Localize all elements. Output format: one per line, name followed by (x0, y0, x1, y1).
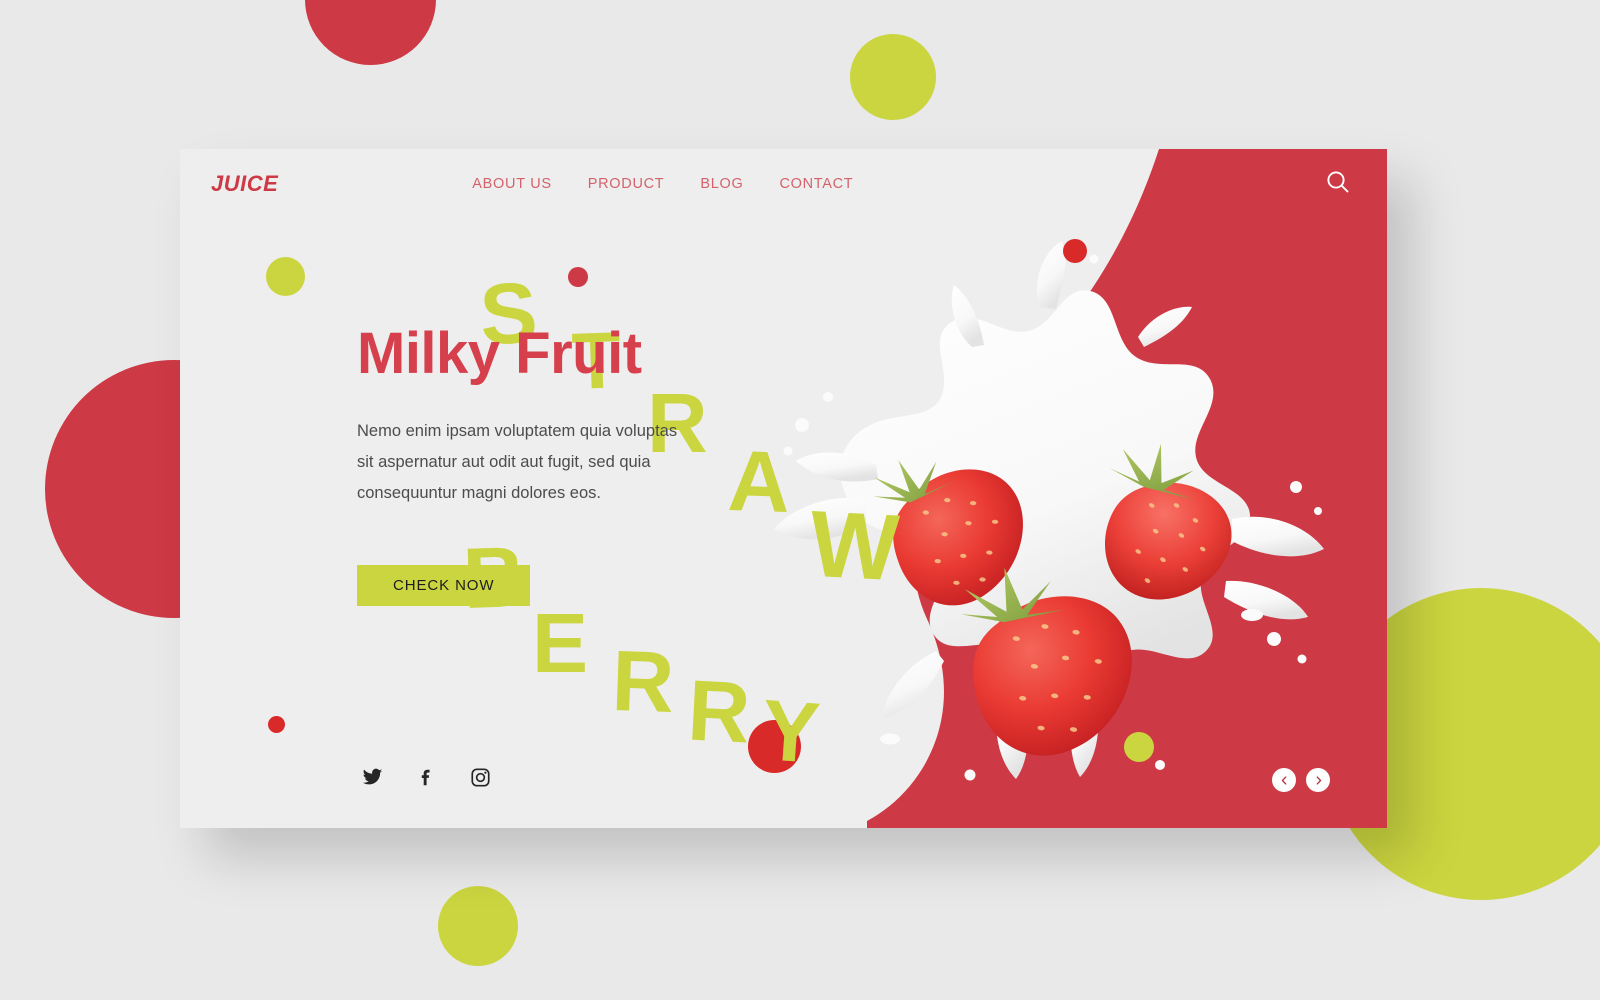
carousel-navigation (1272, 768, 1330, 792)
social-links (362, 767, 491, 788)
strawberry-letter-8: R (685, 662, 753, 762)
instagram-icon[interactable] (470, 767, 491, 788)
page-title: Milky Fruit (357, 321, 642, 386)
nav-item-blog[interactable]: BLOG (700, 176, 743, 192)
hero-card: JUICE ABOUT US PRODUCT BLOG CONTACT S T … (180, 149, 1387, 828)
top-navigation: JUICE ABOUT US PRODUCT BLOG CONTACT (180, 149, 1387, 219)
search-icon[interactable] (1325, 169, 1351, 195)
strawberry-letter-4: W (807, 490, 902, 601)
nav-item-contact[interactable]: CONTACT (779, 176, 853, 192)
background-circle-yellow-bottom (438, 886, 518, 966)
background-circle-red-top (305, 0, 436, 65)
nav-item-product[interactable]: PRODUCT (588, 176, 665, 192)
nav-item-about-us[interactable]: ABOUT US (472, 176, 551, 192)
background-circle-yellow-top (850, 34, 936, 120)
hero-description: Nemo enim ipsam voluptatem quia voluptas… (357, 421, 678, 502)
accent-dot-yellow-top (266, 257, 305, 296)
strawberry-letter-3: A (726, 432, 792, 532)
carousel-prev-button[interactable] (1272, 768, 1296, 792)
strawberry-letter-7: R (610, 632, 676, 732)
strawberry-letter-9: Y (758, 682, 823, 782)
brand-logo[interactable]: JUICE (211, 171, 278, 197)
strawberry-letter-6: E (532, 596, 589, 690)
accent-dot-red-upper (1063, 239, 1087, 263)
accent-dot-yellow-bottom (1124, 732, 1154, 762)
facebook-icon[interactable] (416, 767, 437, 788)
hero-copy-block: Milky Fruit Nemo enim ipsam voluptatem q… (357, 321, 717, 607)
check-now-button[interactable]: CHECK NOW (357, 565, 531, 607)
nav-menu: ABOUT US PRODUCT BLOG CONTACT (472, 176, 853, 192)
accent-dot-red-small (268, 716, 285, 733)
red-curved-panel (867, 149, 1387, 828)
carousel-next-button[interactable] (1306, 768, 1330, 792)
twitter-icon[interactable] (362, 767, 383, 788)
accent-dot-red-top (568, 267, 588, 287)
